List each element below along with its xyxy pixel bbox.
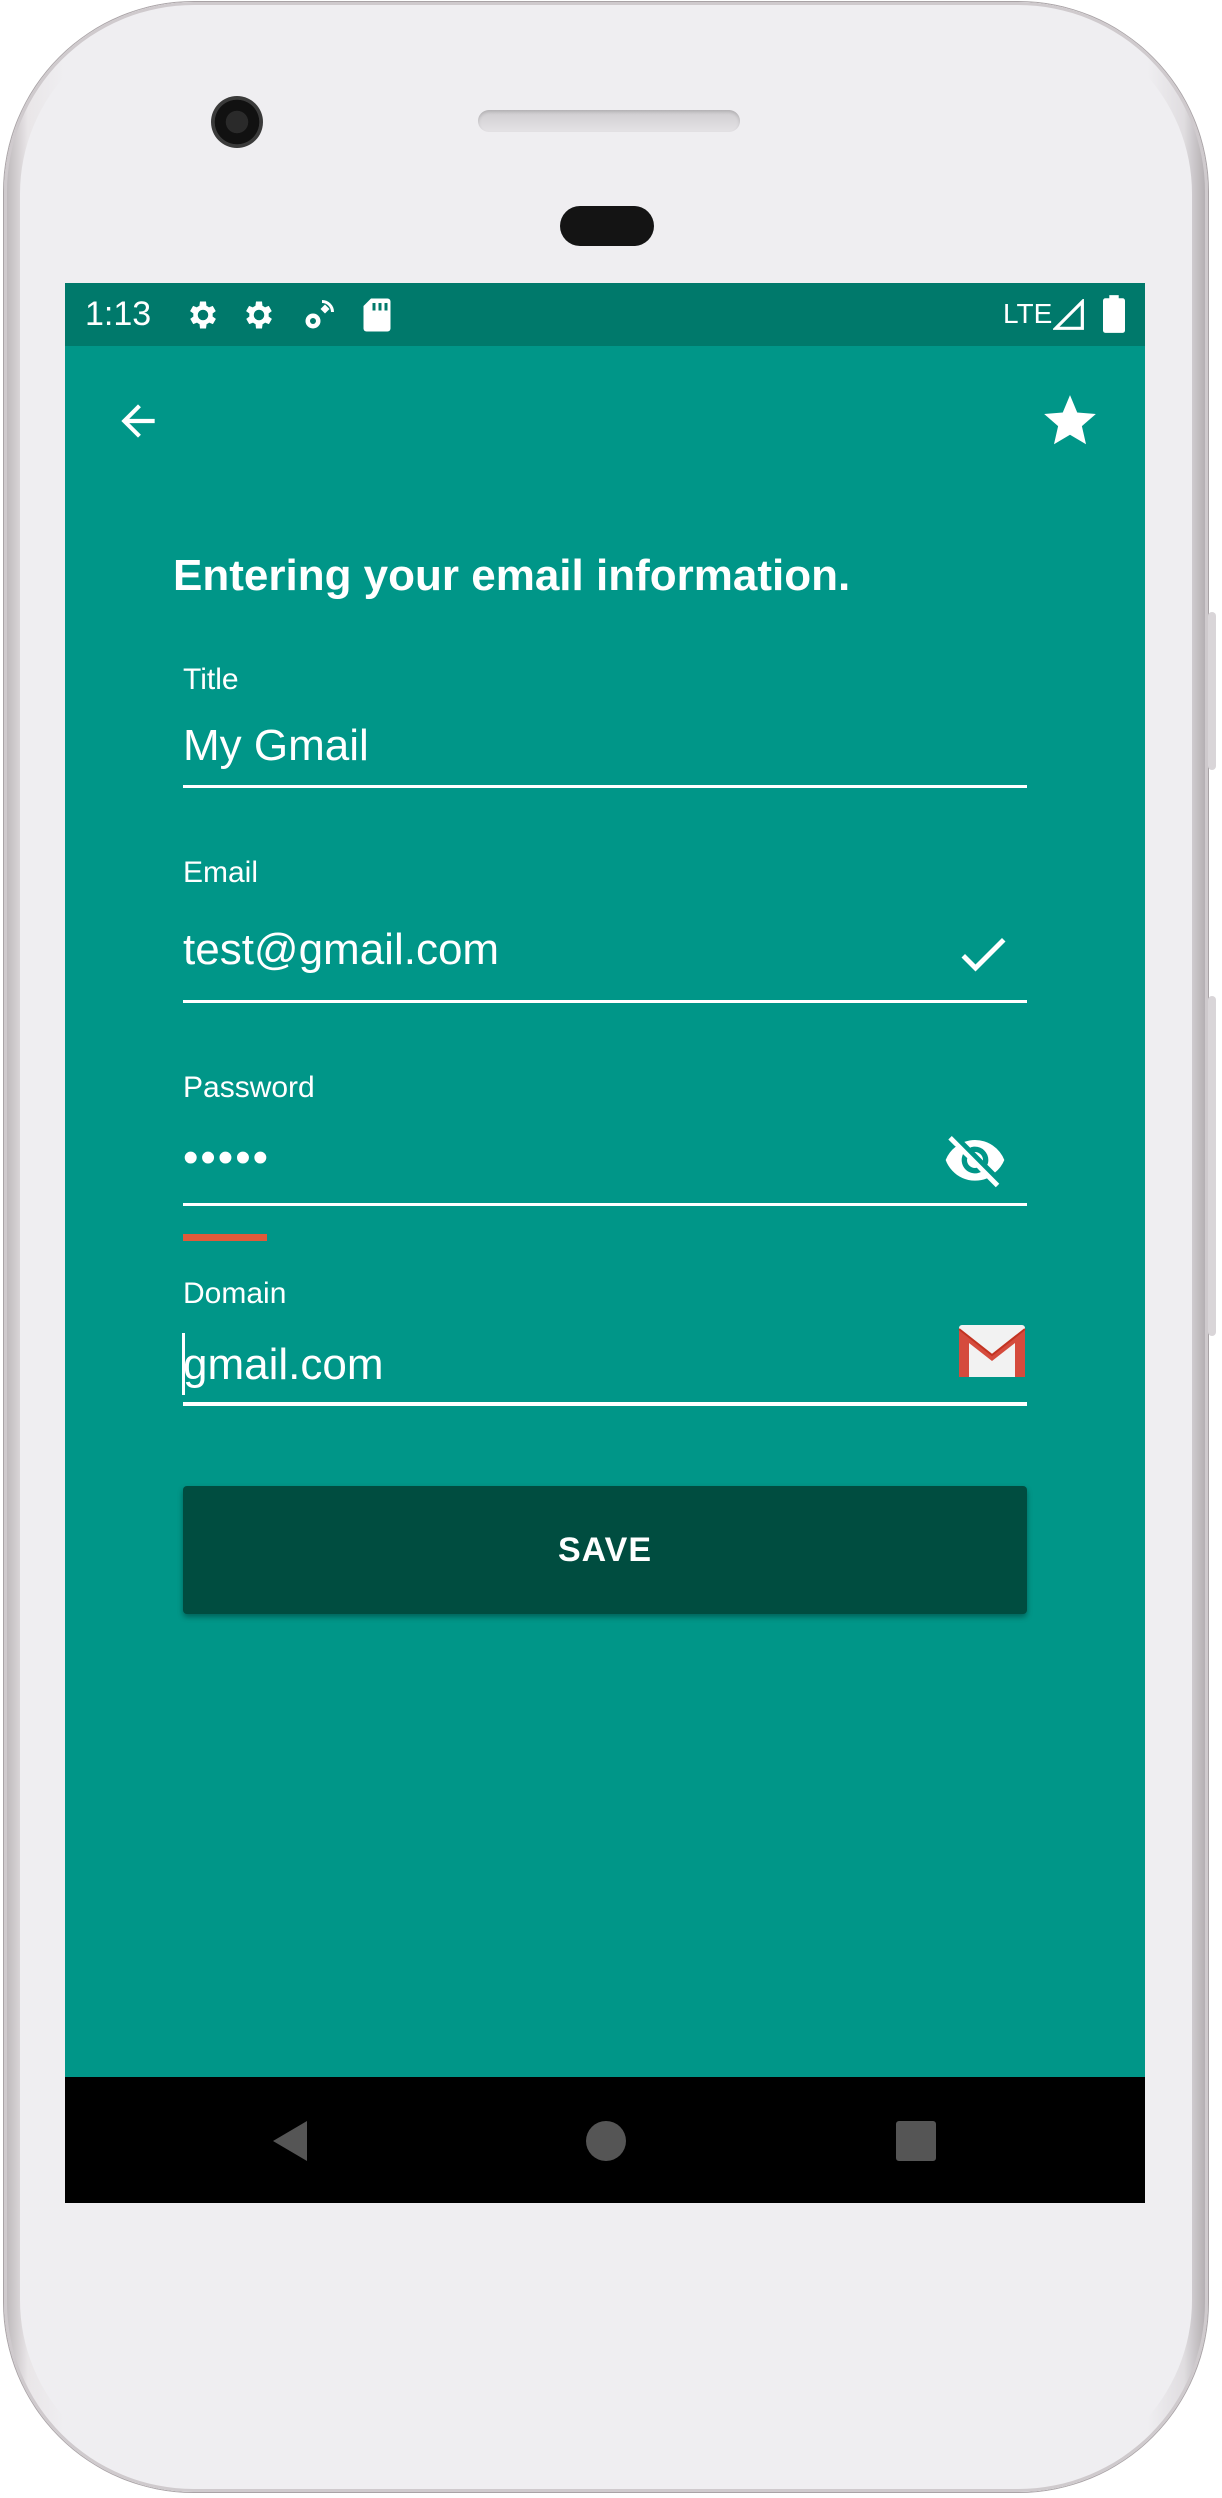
battery-icon <box>1103 295 1125 333</box>
status-time: 1:13 <box>85 295 152 333</box>
nav-home-icon[interactable] <box>586 2121 626 2161</box>
arrow-back-icon[interactable] <box>113 396 163 446</box>
proximity-sensor <box>560 206 654 246</box>
visibility-off-icon[interactable] <box>943 1128 1007 1192</box>
navigation-bar <box>65 2077 1145 2203</box>
star-icon[interactable] <box>1039 390 1101 452</box>
settings-icon <box>190 301 216 329</box>
title-input[interactable]: My Gmail <box>183 721 369 771</box>
gmail-icon <box>958 1325 1026 1377</box>
app-bar <box>65 346 1145 496</box>
nav-recents-icon[interactable] <box>896 2121 936 2161</box>
nav-back-icon[interactable] <box>271 2119 311 2163</box>
email-input[interactable]: test@gmail.com <box>183 925 499 975</box>
email-label: Email <box>183 856 259 889</box>
settings-icon <box>246 301 272 329</box>
front-camera <box>211 96 263 148</box>
title-label: Title <box>183 663 239 696</box>
power-button <box>1208 612 1216 770</box>
password-strength-indicator <box>183 1234 267 1241</box>
check-icon <box>961 938 1006 972</box>
volume-button <box>1208 996 1216 1336</box>
save-button[interactable]: SAVE <box>183 1486 1027 1614</box>
earpiece-speaker <box>478 110 740 132</box>
form-heading: Entering your email information. <box>173 551 851 600</box>
text-cursor <box>182 1333 185 1395</box>
email-underline <box>183 1000 1027 1003</box>
screen: 1:13 LTE Entering your email information… <box>65 283 1145 2203</box>
status-bar: 1:13 LTE <box>65 283 1145 346</box>
sd-card-icon <box>363 298 391 332</box>
signal-icon <box>1053 299 1084 330</box>
password-underline <box>183 1203 1027 1206</box>
domain-label: Domain <box>183 1277 287 1310</box>
satellite-icon <box>305 300 334 329</box>
network-type: LTE <box>1003 298 1053 329</box>
domain-underline <box>183 1402 1027 1406</box>
password-label: Password <box>183 1071 315 1104</box>
title-underline <box>183 785 1027 788</box>
password-input[interactable]: ••••• <box>183 1133 270 1183</box>
domain-input[interactable]: gmail.com <box>183 1340 384 1390</box>
